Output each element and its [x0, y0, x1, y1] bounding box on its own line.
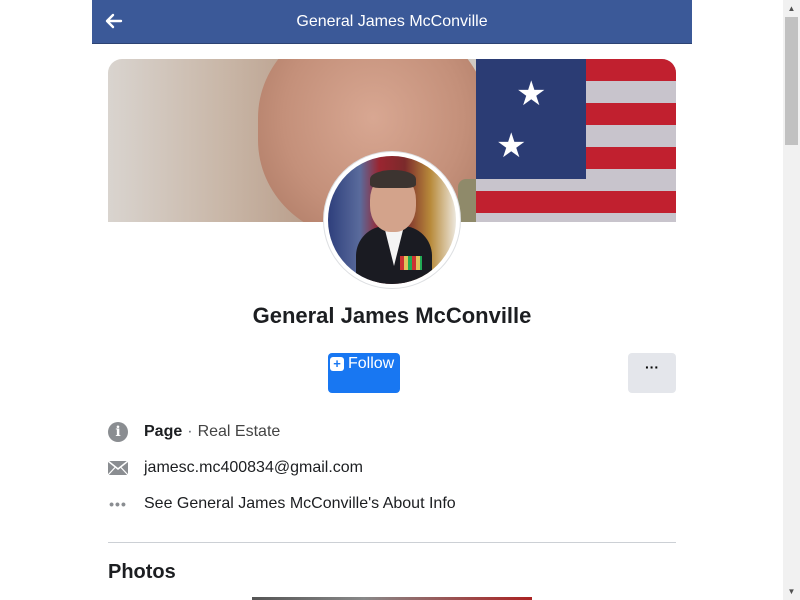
top-navigation-bar: General James McConville — [92, 0, 692, 44]
page-title: General James McConville — [296, 12, 488, 30]
more-dots-icon: ••• — [109, 496, 127, 512]
follow-plus-icon: + — [330, 357, 344, 371]
info-row-about[interactable]: ••• See General James McConville's About… — [108, 493, 668, 515]
follow-button-label: Follow — [348, 355, 395, 372]
avatar-image — [328, 156, 456, 284]
photos-heading: Photos — [108, 561, 176, 583]
separator-dot: · — [187, 423, 193, 440]
avatar[interactable] — [324, 152, 460, 288]
scrollbar-thumb[interactable] — [785, 17, 798, 145]
ellipsis-icon: ··· — [645, 359, 659, 375]
category-label: Real Estate — [197, 423, 281, 440]
cover-flag-graphic: ★ ★ — [476, 59, 676, 222]
envelope-icon — [108, 458, 128, 478]
follow-button[interactable]: + Follow — [328, 353, 400, 393]
scrollbar[interactable]: ▲ ▼ — [783, 0, 800, 600]
profile-name: General James McConville — [252, 303, 532, 328]
info-row-email[interactable]: jamesc.mc400834@gmail.com — [108, 457, 668, 479]
arrow-left-icon[interactable] — [104, 11, 124, 31]
info-row-category: i Page · Real Estate — [108, 421, 668, 443]
more-options-button[interactable]: ··· — [628, 353, 676, 393]
page-container: General James McConville ★ ★ General Jam… — [92, 0, 692, 600]
email-link[interactable]: jamesc.mc400834@gmail.com — [144, 459, 363, 477]
scroll-up-arrow-icon[interactable]: ▲ — [783, 0, 800, 17]
about-info-link[interactable]: See General James McConville's About Inf… — [144, 495, 456, 513]
info-icon: i — [108, 422, 128, 442]
page-type-label: Page — [144, 423, 183, 440]
section-divider — [108, 542, 676, 543]
scroll-down-arrow-icon[interactable]: ▼ — [783, 583, 800, 600]
